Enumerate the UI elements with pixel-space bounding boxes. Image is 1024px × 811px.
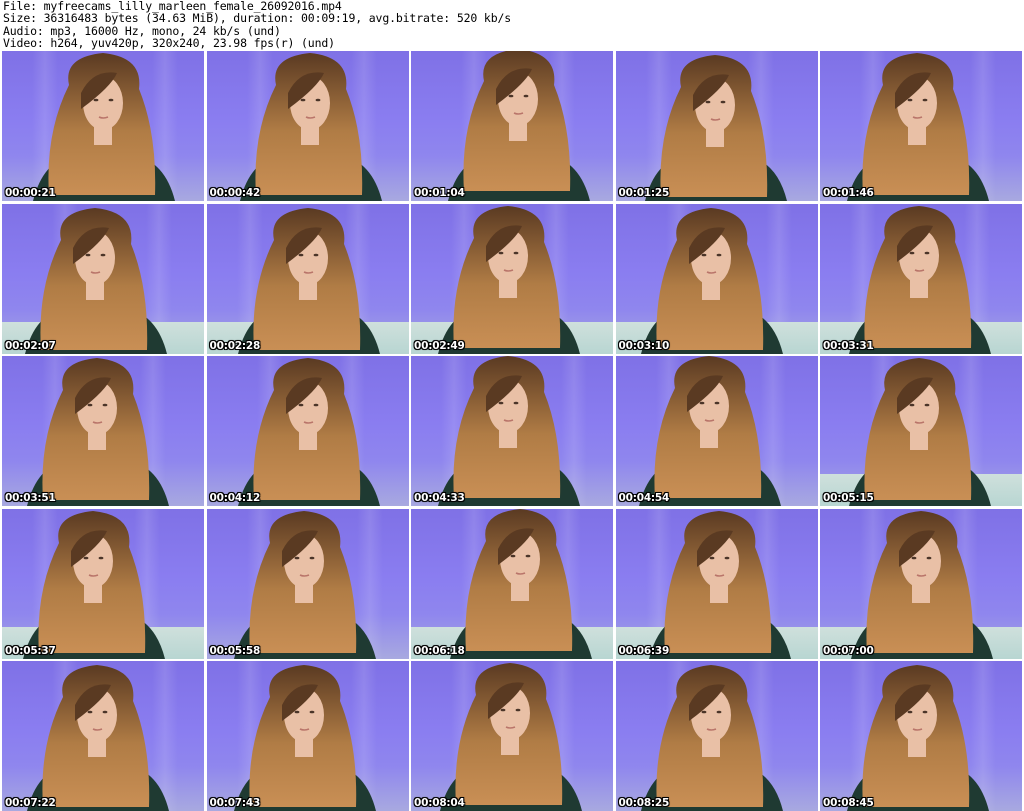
thumbnail-timestamp: 00:03:31: [823, 339, 874, 352]
thumbnail-timestamp: 00:04:54: [618, 492, 670, 504]
video-thumbnail: 00:04:54: [615, 356, 818, 506]
thumbnail-timestamp: 00:07:43: [209, 797, 261, 809]
video-thumbnail: 00:05:37: [2, 508, 204, 659]
video-thumbnail: 00:07:22: [2, 661, 204, 811]
person-figure: [239, 53, 382, 201]
person-figure: [27, 358, 169, 506]
person-figure: [847, 53, 989, 201]
person-figure: [440, 663, 582, 811]
thumbnail-timestamp: 00:05:15: [823, 492, 874, 504]
thumbnail-timestamp: 00:00:21: [5, 187, 56, 199]
video-thumbnail: 00:02:49: [411, 203, 613, 354]
file-info-header: File: myfreecams_lilly_marleen_female_26…: [0, 0, 1024, 50]
person-figure: [237, 207, 380, 354]
person-figure: [849, 358, 991, 506]
video-thumbnail: 00:00:21: [2, 51, 204, 201]
person-figure: [448, 51, 590, 201]
video-info-line: Video: h264, yuv420p, 320x240, 23.98 fps…: [3, 35, 335, 50]
thumbnail-timestamp: 00:08:04: [414, 797, 465, 809]
video-thumbnail: 00:03:31: [820, 203, 1022, 354]
thumbnail-timestamp: 00:02:49: [414, 339, 465, 352]
video-thumbnail: 00:03:10: [615, 203, 818, 354]
person-figure: [438, 356, 580, 506]
thumbnail-timestamp: 00:06:39: [618, 644, 670, 657]
file-size-line: Size: 36316483 bytes (34.63 MiB), durati…: [3, 11, 512, 26]
thumbnail-timestamp: 00:03:51: [5, 492, 56, 504]
person-figure: [638, 356, 781, 506]
video-thumbnail: 00:08:25: [615, 661, 818, 811]
thumbnail-timestamp: 00:01:04: [414, 187, 465, 199]
person-figure: [25, 207, 167, 354]
person-figure: [644, 55, 787, 201]
thumbnail-timestamp: 00:05:58: [209, 644, 261, 657]
video-thumbnail: 00:01:25: [615, 51, 818, 201]
person-figure: [23, 510, 165, 659]
person-figure: [233, 665, 376, 811]
thumbnail-timestamp: 00:04:12: [209, 492, 261, 504]
thumbnail-timestamp: 00:02:28: [209, 339, 261, 352]
thumbnail-timestamp: 00:01:46: [823, 187, 874, 199]
person-figure: [450, 508, 592, 659]
video-thumbnail: 00:02:28: [206, 203, 409, 354]
video-thumbnail: 00:06:18: [411, 508, 613, 659]
video-thumbnail: 00:00:42: [206, 51, 409, 201]
thumbnail-timestamp: 00:02:07: [5, 339, 56, 352]
thumbnail-timestamp: 00:07:22: [5, 797, 56, 809]
person-figure: [438, 205, 580, 354]
video-thumbnail: 00:01:04: [411, 51, 613, 201]
person-figure: [237, 358, 380, 506]
video-thumbnail: 00:01:46: [820, 51, 1022, 201]
person-figure: [233, 510, 376, 659]
thumbnail-timestamp: 00:01:25: [618, 187, 670, 199]
thumbnail-timestamp: 00:08:25: [618, 797, 670, 809]
thumbnail-timestamp: 00:03:10: [618, 339, 670, 352]
video-thumbnail: 00:06:39: [615, 508, 818, 659]
thumbnail-timestamp: 00:06:18: [414, 644, 465, 657]
video-thumbnail: 00:07:00: [820, 508, 1022, 659]
thumbnail-timestamp: 00:05:37: [5, 644, 56, 657]
person-figure: [851, 510, 993, 659]
video-thumbnail: 00:08:45: [820, 661, 1022, 811]
video-thumbnail: 00:04:33: [411, 356, 613, 506]
video-thumbnail: 00:05:58: [206, 508, 409, 659]
person-figure: [33, 53, 175, 201]
video-thumbnail: 00:05:15: [820, 356, 1022, 506]
video-thumbnail: 00:03:51: [2, 356, 204, 506]
person-figure: [847, 665, 989, 811]
thumbnail-grid: 00:00:21 00:00:42 00:01:04 00:01:25 00:01:46…: [2, 51, 1022, 811]
thumbnail-timestamp: 00:07:00: [823, 644, 874, 657]
person-figure: [640, 207, 783, 354]
video-thumbnail: 00:02:07: [2, 203, 204, 354]
video-thumbnail: 00:08:04: [411, 661, 613, 811]
thumbnail-timestamp: 00:08:45: [823, 797, 874, 809]
thumbnail-timestamp: 00:04:33: [414, 492, 465, 504]
thumbnail-timestamp: 00:00:42: [209, 187, 261, 199]
person-figure: [27, 665, 169, 811]
person-figure: [648, 510, 791, 659]
person-figure: [849, 205, 991, 354]
video-thumbnail: 00:07:43: [206, 661, 409, 811]
video-thumbnail: 00:04:12: [206, 356, 409, 506]
person-figure: [640, 665, 783, 811]
